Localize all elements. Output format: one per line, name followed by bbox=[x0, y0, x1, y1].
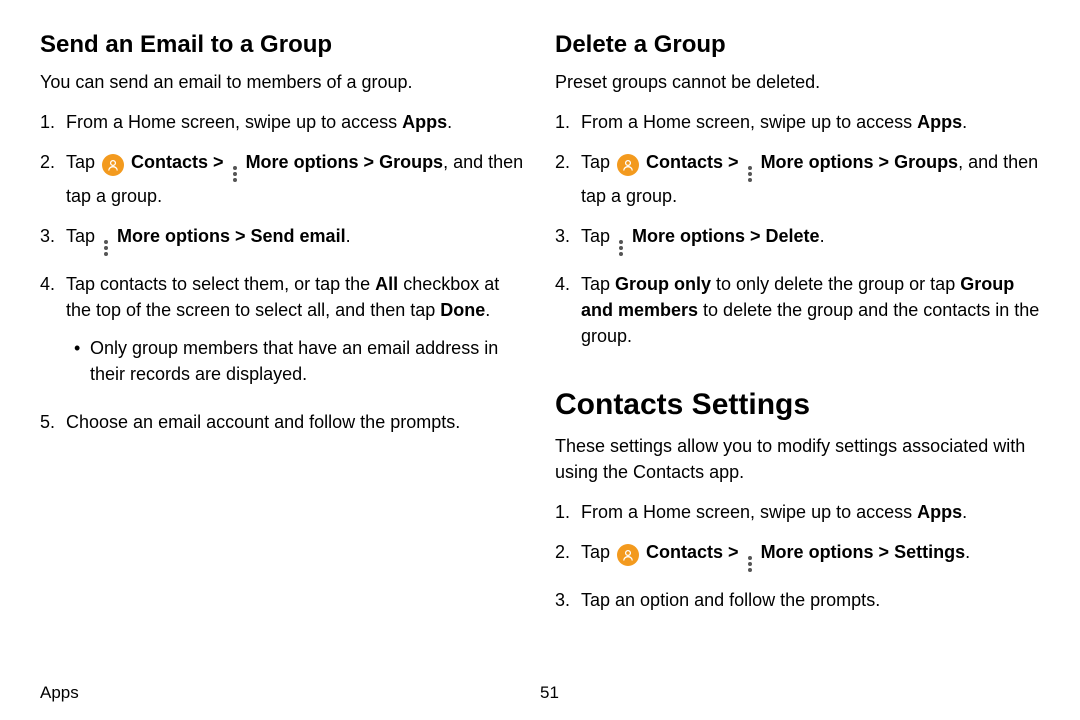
more-options-icon bbox=[746, 555, 754, 573]
step-text: Choose an email account and follow the p… bbox=[66, 409, 525, 435]
step-number: 1. bbox=[555, 499, 581, 525]
step-text: Tap contacts to select them, or tap the … bbox=[66, 271, 525, 395]
step-number: 4. bbox=[40, 271, 66, 395]
heading-delete-group: Delete a Group bbox=[555, 28, 1040, 63]
desc-send-email: You can send an email to members of a gr… bbox=[40, 69, 525, 95]
contacts-icon bbox=[617, 544, 639, 566]
steps-contacts-settings: 1. From a Home screen, swipe up to acces… bbox=[555, 499, 1040, 613]
more-options-icon bbox=[102, 239, 110, 257]
step-text: Tap Contacts > More options > Groups, an… bbox=[581, 149, 1040, 209]
heading-contacts-settings: Contacts Settings bbox=[555, 383, 1040, 427]
contacts-icon bbox=[102, 154, 124, 176]
step-number: 5. bbox=[40, 409, 66, 435]
step-number: 3. bbox=[555, 587, 581, 613]
step-text: Tap Contacts > More options > Settings. bbox=[581, 539, 1040, 573]
step-text: From a Home screen, swipe up to access A… bbox=[66, 109, 525, 135]
bullet-text: Only group members that have an email ad… bbox=[90, 335, 525, 387]
more-options-icon bbox=[746, 165, 754, 183]
step-number: 3. bbox=[555, 223, 581, 257]
step-text: From a Home screen, swipe up to access A… bbox=[581, 109, 1040, 135]
steps-send-email: 1. From a Home screen, swipe up to acces… bbox=[40, 109, 525, 436]
desc-delete-group: Preset groups cannot be deleted. bbox=[555, 69, 1040, 95]
more-options-icon bbox=[231, 165, 239, 183]
step-number: 2. bbox=[555, 539, 581, 573]
step-text: Tap an option and follow the prompts. bbox=[581, 587, 1040, 613]
step-number: 1. bbox=[555, 109, 581, 135]
desc-contacts-settings: These settings allow you to modify setti… bbox=[555, 433, 1040, 485]
steps-delete-group: 1. From a Home screen, swipe up to acces… bbox=[555, 109, 1040, 349]
step-number: 1. bbox=[40, 109, 66, 135]
step-number: 3. bbox=[40, 223, 66, 257]
left-column: Send an Email to a Group You can send an… bbox=[40, 28, 525, 627]
step-text: Tap Contacts > More options > Groups, an… bbox=[66, 149, 525, 209]
step-text: From a Home screen, swipe up to access A… bbox=[581, 499, 1040, 525]
right-column: Delete a Group Preset groups cannot be d… bbox=[555, 28, 1040, 627]
footer-page-number: 51 bbox=[540, 681, 1040, 706]
more-options-icon bbox=[617, 239, 625, 257]
step-text: Tap Group only to only delete the group … bbox=[581, 271, 1040, 349]
step-number: 4. bbox=[555, 271, 581, 349]
step-text: Tap More options > Delete. bbox=[581, 223, 1040, 257]
step-number: 2. bbox=[555, 149, 581, 209]
bullet-icon: • bbox=[66, 335, 90, 387]
heading-send-email-group: Send an Email to a Group bbox=[40, 28, 525, 63]
step-text: Tap More options > Send email. bbox=[66, 223, 525, 257]
step-number: 2. bbox=[40, 149, 66, 209]
page-footer: Apps 51 bbox=[40, 681, 1040, 706]
footer-section: Apps bbox=[40, 681, 540, 706]
contacts-icon bbox=[617, 154, 639, 176]
